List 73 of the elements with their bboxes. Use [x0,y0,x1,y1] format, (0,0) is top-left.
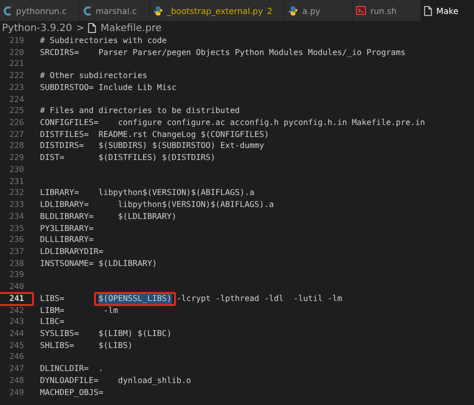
line-number: 227 [9,128,24,140]
breadcrumb-file[interactable]: Makefile.pre [100,22,162,34]
code-text: SUBDIRSTOO= Include Lib Misc [40,82,176,94]
code-text: DISTDIRS= $(SUBDIRS) $(SUBDIRSTOO) Ext-dummy [40,140,264,152]
editor-tab[interactable]: _bootstrap_external.py 2 [150,0,286,21]
code-text: LIBS= [40,292,66,305]
line-number: 235 [9,222,24,234]
line-number: 245 [9,340,24,352]
terminal-icon [356,6,366,15]
line-number: 248 [9,374,24,387]
line-number: 224 [9,94,24,106]
code-text: DIST= $(DISTFILES) $(DISTDIRS) [40,152,216,164]
code-text: BLDLIBRARY= $(LDLIBRARY) [40,210,176,222]
line-number: 219 [9,35,24,47]
editor-tab[interactable]: run.sh [353,0,422,21]
line-number: 226 [9,117,24,129]
code-text: PY3LIBRARY= [40,222,94,234]
problem-count: 2 [266,6,272,16]
line-number: 244 [9,328,24,340]
line-number: 237 [9,246,24,258]
line-number: 232 [9,187,24,200]
code-text: SYSLIBS= $(LIBM) $(LIBC) [40,328,172,340]
code-text: SRCDIRS= Parser Parser/pegen Objects Python Modules Modules/_io Programs [40,46,406,58]
code-text: LDLIBRARYDIR= [40,246,104,258]
editor-tab[interactable]: a.py [285,0,354,21]
line-number: 234 [9,210,24,222]
file-icon [424,6,432,16]
code-text: DYNLOADFILE= dynload_shlib.o [40,374,192,387]
code-text: LIBRARY= libpython$(VERSION)$(ABIFLAGS).a [40,187,254,200]
code-text: DLINCLDIR= . [40,363,104,375]
python-icon [288,6,298,16]
editor-tab[interactable]: marshal.c [80,0,150,21]
line-number: 220 [9,46,24,58]
line-number: 225 [9,105,24,118]
line-number: 223 [9,82,24,94]
code-text: DISTFILES= README.rst ChangeLog $(CONFIGFILES) [40,128,270,140]
editor-tab[interactable]: Make [421,0,474,21]
code-text: DLLLIBRARY= [40,234,94,246]
python-icon [152,6,163,16]
line-number: 221 [9,58,24,70]
line-number: 242 [9,304,24,316]
line-number: 243 [9,316,24,328]
editor-tab[interactable]: pythonrun.c [0,0,80,21]
line-number: 246 [9,351,24,364]
code-text: CONFIGFILES= configure configure.ac acconfig.h pyconfig.h.in Makefile.pre.in [40,117,425,129]
breadcrumb-folder[interactable]: Python-3.9.20 [2,22,72,34]
line-number: 228 [9,140,24,152]
line-number: 231 [9,176,24,188]
code-text: LIBM= -lm [40,304,118,316]
line-number: 249 [9,386,24,398]
breadcrumb-separator: > [76,22,84,34]
code-comment: # Files and directories to be distributed [40,105,240,118]
line-number: 241 [9,292,24,305]
code-comment: # Subdirectories with code [40,35,167,47]
code-text: -lcrypt -lpthread -ldl -lutil -lm [175,292,342,305]
line-number: 233 [9,199,24,211]
code-text: MACHDEP_OBJS= [40,386,104,398]
line-number: 239 [9,269,24,282]
line-number: 240 [9,281,24,293]
line-number: 222 [9,70,24,82]
code-text: INSTSONAME= $(LDLIBRARY) [40,258,157,270]
c-file-icon [3,6,12,16]
code-comment: # Other subdirectories [40,70,148,82]
code-text: LDLIBRARY= libpython$(VERSION)$(ABIFLAGS).a [40,199,274,211]
line-number: 229 [9,152,24,164]
code-text: SHLIBS= $(LIBS) [40,340,133,352]
code-text: LIBC= [40,316,64,328]
c-file-icon [82,6,92,16]
line-number: 230 [9,164,24,176]
line-number: 238 [9,258,24,270]
file-icon [88,23,96,33]
line-number: 236 [9,234,24,246]
line-number: 247 [9,363,24,375]
